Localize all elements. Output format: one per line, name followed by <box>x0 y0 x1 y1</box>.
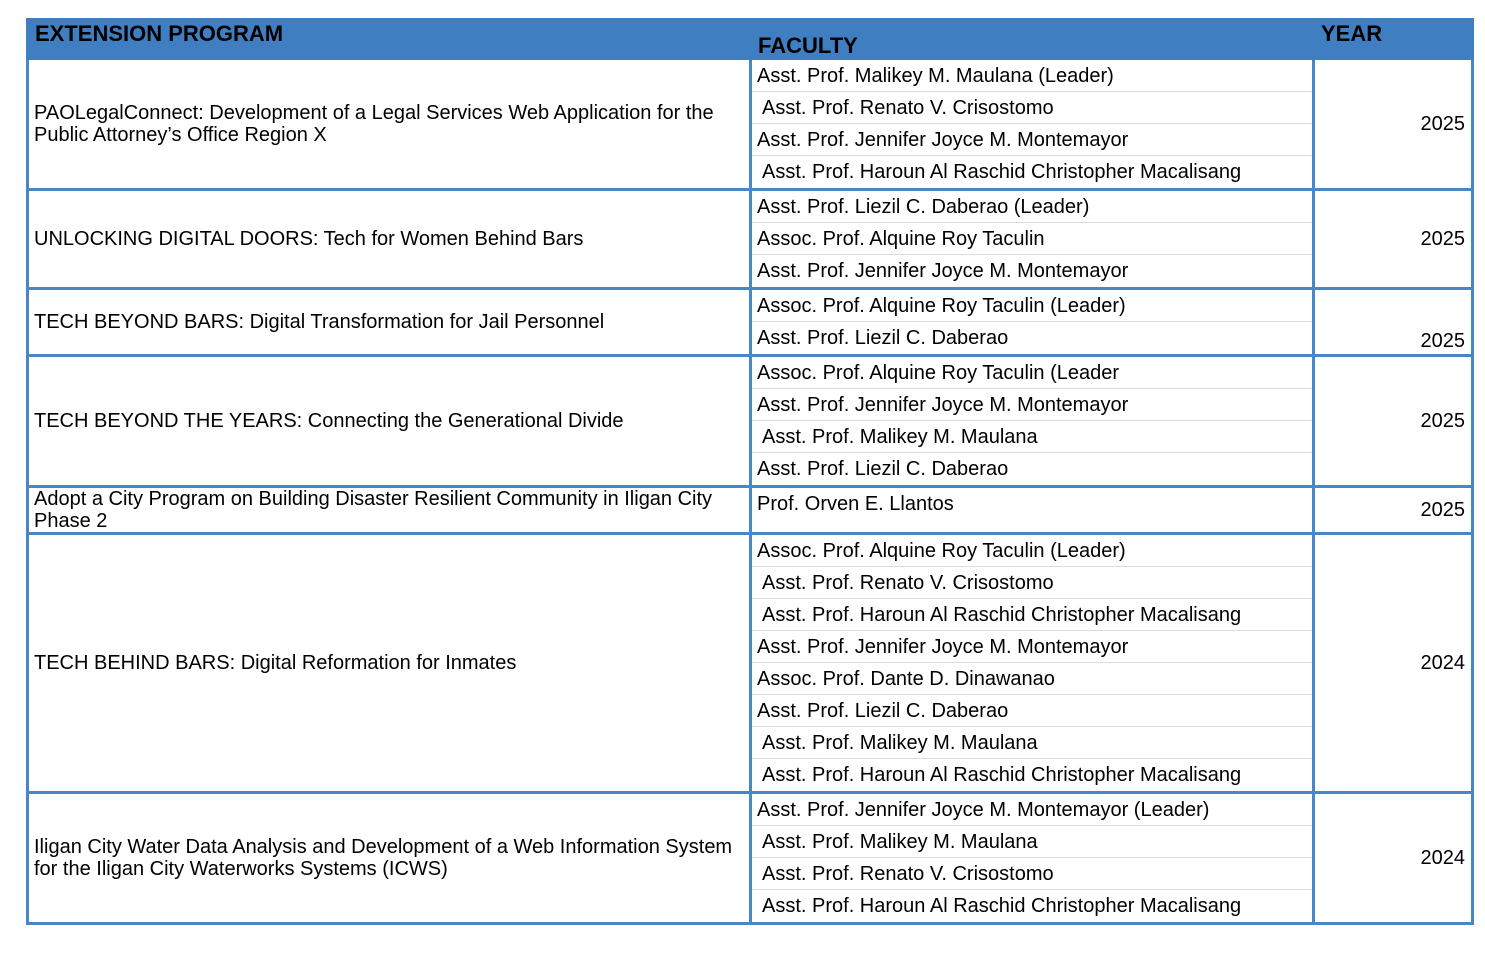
faculty-member: Asst. Prof. Haroun Al Raschid Christophe… <box>762 764 1242 786</box>
faculty-member: Asst. Prof. Jennifer Joyce M. Montemayor <box>752 124 1312 156</box>
year-cell: 2025 <box>1312 354 1474 488</box>
table-row: PAOLegalConnect: Development of a Legal … <box>26 57 1474 191</box>
table-row: TECH BEYOND BARS: Digital Transformation… <box>26 287 1474 357</box>
table-body: PAOLegalConnect: Development of a Legal … <box>26 57 1474 925</box>
header-faculty: FACULTY <box>749 18 1315 60</box>
year-cell: 2025 <box>1312 188 1474 290</box>
faculty-member: Asst. Prof. Liezil C. Daberao (Leader) <box>752 191 1312 223</box>
header-year: YEAR <box>1312 18 1474 60</box>
faculty-cell: Asst. Prof. Liezil C. Daberao (Leader) As… <box>749 188 1315 290</box>
year-cell: 2025 <box>1312 485 1474 535</box>
table-row: TECH BEYOND THE YEARS: Connecting the Ge… <box>26 354 1474 488</box>
extension-programs-table: EXTENSION PROGRAM FACULTY YEAR PAOLegalC… <box>26 18 1474 925</box>
faculty-member: Asst. Prof. Malikey M. Maulana <box>752 727 1312 759</box>
faculty-member: Assoc. Prof. Alquine Roy Taculin (Leader <box>752 357 1312 389</box>
faculty-cell: Asst. Prof. Jennifer Joyce M. Montemayor… <box>749 791 1315 925</box>
faculty-member: Assoc. Prof. Alquine Roy Taculin <box>752 223 1312 255</box>
faculty-member: Assoc. Prof. Dante D. Dinawanao <box>752 663 1312 695</box>
table-row: TECH BEHIND BARS: Digital Reformation fo… <box>26 532 1474 794</box>
program-cell: UNLOCKING DIGITAL DOORS: Tech for Women … <box>26 188 752 290</box>
faculty-member: Asst. Prof. Liezil C. Daberao <box>757 327 1009 349</box>
faculty-cell: Asst. Prof. Malikey M. Maulana (Leader) A… <box>749 57 1315 191</box>
faculty-cell: Assoc. Prof. Alquine Roy Taculin (Leader… <box>749 287 1315 357</box>
program-cell: TECH BEYOND THE YEARS: Connecting the Ge… <box>26 354 752 488</box>
faculty-member: Asst. Prof. Malikey M. Maulana (Leader) <box>752 60 1312 92</box>
faculty-member: Prof. Orven E. Llantos <box>757 493 954 515</box>
faculty-member: Asst. Prof. Renato V. Crisostomo <box>752 858 1312 890</box>
faculty-member: Asst. Prof. Haroun Al Raschid Christophe… <box>752 599 1312 631</box>
faculty-member: Assoc. Prof. Alquine Roy Taculin (Leader… <box>752 535 1312 567</box>
faculty-member: Asst. Prof. Jennifer Joyce M. Montemayor <box>757 260 1129 282</box>
faculty-member: Asst. Prof. Jennifer Joyce M. Montemayor… <box>752 794 1312 826</box>
program-cell: TECH BEHIND BARS: Digital Reformation fo… <box>26 532 752 794</box>
faculty-member: Asst. Prof. Malikey M. Maulana <box>752 826 1312 858</box>
faculty-member: Asst. Prof. Jennifer Joyce M. Montemayor <box>752 631 1312 663</box>
faculty-member: Assoc. Prof. Alquine Roy Taculin (Leader… <box>752 290 1312 322</box>
header-row: EXTENSION PROGRAM FACULTY YEAR <box>26 18 1474 60</box>
year-cell: 2025 <box>1312 287 1474 357</box>
faculty-list: Asst. Prof. Jennifer Joyce M. Montemayor… <box>752 794 1312 922</box>
header-extension-program: EXTENSION PROGRAM <box>26 18 752 60</box>
program-cell: TECH BEYOND BARS: Digital Transformation… <box>26 287 752 357</box>
faculty-member: Asst. Prof. Haroun Al Raschid Christophe… <box>762 895 1242 917</box>
table-row: Adopt a City Program on Building Disaste… <box>26 485 1474 535</box>
faculty-list: Prof. Orven E. Llantos <box>752 488 1312 520</box>
faculty-member: Asst. Prof. Malikey M. Maulana <box>752 421 1312 453</box>
program-cell: PAOLegalConnect: Development of a Legal … <box>26 57 752 191</box>
faculty-list: Assoc. Prof. Alquine Roy Taculin (Leader… <box>752 290 1312 354</box>
table-row: UNLOCKING DIGITAL DOORS: Tech for Women … <box>26 188 1474 290</box>
faculty-member: Asst. Prof. Liezil C. Daberao <box>752 695 1312 727</box>
faculty-member: Asst. Prof. Liezil C. Daberao <box>757 458 1009 480</box>
table-row: Iligan City Water Data Analysis and Deve… <box>26 791 1474 925</box>
program-cell: Iligan City Water Data Analysis and Deve… <box>26 791 752 925</box>
faculty-member: Asst. Prof. Renato V. Crisostomo <box>752 567 1312 599</box>
faculty-cell: Assoc. Prof. Alquine Roy Taculin (Leader… <box>749 354 1315 488</box>
year-cell: 2025 <box>1312 57 1474 191</box>
faculty-list: Asst. Prof. Malikey M. Maulana (Leader) A… <box>752 60 1312 188</box>
year-cell: 2024 <box>1312 532 1474 794</box>
faculty-cell: Assoc. Prof. Alquine Roy Taculin (Leader… <box>749 532 1315 794</box>
program-cell: Adopt a City Program on Building Disaste… <box>26 485 752 535</box>
year-cell: 2024 <box>1312 791 1474 925</box>
faculty-list: Assoc. Prof. Alquine Roy Taculin (Leader… <box>752 535 1312 791</box>
faculty-member: Asst. Prof. Haroun Al Raschid Christophe… <box>762 161 1242 183</box>
faculty-cell: Prof. Orven E. Llantos <box>749 485 1315 535</box>
faculty-member: Asst. Prof. Jennifer Joyce M. Montemayor <box>752 389 1312 421</box>
faculty-list: Asst. Prof. Liezil C. Daberao (Leader) As… <box>752 191 1312 287</box>
faculty-list: Assoc. Prof. Alquine Roy Taculin (Leader… <box>752 357 1312 485</box>
faculty-member: Asst. Prof. Renato V. Crisostomo <box>752 92 1312 124</box>
